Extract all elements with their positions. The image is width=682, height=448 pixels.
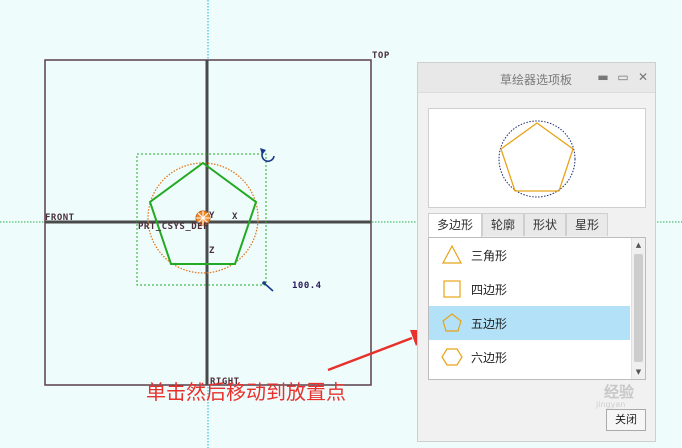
pentagon-preview-icon <box>498 120 576 198</box>
hexagon-icon <box>441 348 463 366</box>
watermark-text: jingyan <box>596 400 626 409</box>
x-axis-label: X <box>232 212 238 222</box>
palette-titlebar: 草绘器选项板 ▬ ▭ ✕ <box>418 63 655 93</box>
triangle-icon <box>442 244 462 264</box>
top-datum-label: TOP <box>372 51 390 61</box>
annotation-text: 单击然后移动到放置点 <box>146 380 346 404</box>
list-item-label: 六边形 <box>471 351 508 365</box>
watermark-logo: 经验 <box>604 383 635 401</box>
shape-preview <box>428 108 646 208</box>
front-datum-label: FRONT <box>45 213 75 223</box>
shape-list: 三角形 四边形 五边形 六边形 ▲ ▼ <box>428 237 646 380</box>
scale-dimension-value: 100.4 <box>292 281 322 291</box>
annotation-arrow <box>327 330 428 372</box>
pin-icon[interactable]: ▬ <box>596 69 610 85</box>
scroll-up-icon[interactable]: ▲ <box>632 238 645 252</box>
list-item-label: 五边形 <box>471 317 508 331</box>
scroll-down-icon[interactable]: ▼ <box>632 365 645 379</box>
pentagon-icon <box>442 313 462 332</box>
scale-handle-icon[interactable] <box>262 281 274 292</box>
scroll-thumb[interactable] <box>634 254 643 362</box>
close-icon[interactable]: ✕ <box>636 69 650 85</box>
z-axis-label: Z <box>209 246 215 256</box>
list-item-triangle[interactable]: 三角形 <box>429 238 630 272</box>
list-item-label: 三角形 <box>471 249 508 263</box>
list-scrollbar[interactable]: ▲ ▼ <box>631 238 645 379</box>
tab-star[interactable]: 星形 <box>566 213 608 236</box>
tab-shape[interactable]: 形状 <box>524 213 566 236</box>
list-item-pentagon[interactable]: 五边形 <box>429 306 630 340</box>
square-icon <box>443 280 461 298</box>
list-item-hexagon[interactable]: 六边形 <box>429 340 630 374</box>
tab-profile[interactable]: 轮廓 <box>482 213 524 236</box>
rotate-handle-icon[interactable] <box>260 148 275 162</box>
csys-label: PRT_CSYS_DEF <box>138 222 210 232</box>
y-axis-label: Y <box>209 211 215 221</box>
tab-polygon[interactable]: 多边形 <box>428 213 482 237</box>
close-button[interactable]: 关闭 <box>606 409 646 431</box>
restore-icon[interactable]: ▭ <box>616 69 630 85</box>
palette-title: 草绘器选项板 <box>500 73 573 87</box>
list-item-square[interactable]: 四边形 <box>429 272 630 306</box>
list-item-label: 四边形 <box>471 283 508 297</box>
